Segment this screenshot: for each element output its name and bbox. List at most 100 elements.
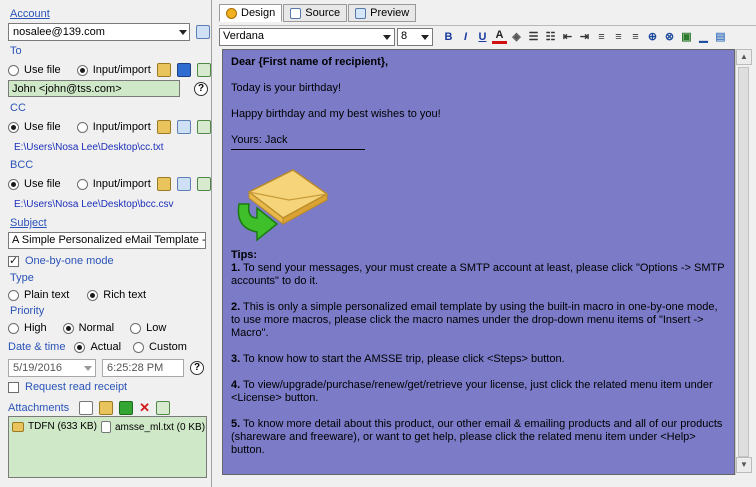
align-center-icon[interactable]: ≡ <box>611 29 626 45</box>
preview-icon <box>355 7 367 19</box>
font-size-value: 8 <box>401 29 408 42</box>
priority-normal-label[interactable]: Normal <box>79 322 114 334</box>
tab-source[interactable]: Source <box>283 4 348 22</box>
font-family-value: Verdana <box>223 29 264 42</box>
greeting-text: Dear {First name of recipient}, <box>231 56 389 68</box>
plain-text-radio[interactable] <box>8 289 19 301</box>
background-icon[interactable]: ▤ <box>713 29 728 45</box>
tab-preview[interactable]: Preview <box>348 4 417 22</box>
request-receipt-label[interactable]: Request read receipt <box>25 381 127 393</box>
italic-button[interactable]: I <box>458 29 473 45</box>
bold-button[interactable]: B <box>441 29 456 45</box>
edit-list-icon[interactable] <box>196 177 211 191</box>
tab-design[interactable]: Design <box>219 4 283 22</box>
help-icon[interactable]: ? <box>190 361 204 375</box>
account-combobox[interactable]: nosalee@139.com <box>8 23 190 41</box>
save-disk-icon[interactable] <box>176 63 191 77</box>
to-use-file-radio[interactable] <box>8 64 19 76</box>
bcc-input-import-label[interactable]: Input/import <box>93 178 151 190</box>
bcc-source-options: Use file Input/import <box>8 176 211 192</box>
edit-list-icon[interactable] <box>156 401 171 415</box>
font-size-select[interactable]: 8 <box>397 27 433 46</box>
to-source-options: Use file Input/import <box>8 62 211 78</box>
horizontal-rule-icon[interactable]: ▁ <box>696 29 711 45</box>
insert-link-icon[interactable]: ⊕ <box>645 29 660 45</box>
list-item[interactable]: TDFN (633 KB) <box>12 421 97 432</box>
datetime-options: Date & time Actual Custom <box>8 339 187 355</box>
cc-input-import-label[interactable]: Input/import <box>93 121 151 133</box>
account-value: nosalee@139.com <box>13 26 105 38</box>
priority-normal-radio[interactable] <box>62 322 74 334</box>
editor-scrollbar[interactable]: ▲ ▼ <box>735 49 752 475</box>
to-use-file-label[interactable]: Use file <box>24 64 61 76</box>
one-by-one-row: One-by-one mode <box>8 253 114 269</box>
tip-text: This is only a simple personalized email… <box>231 301 718 339</box>
list-item[interactable]: amsse_ml.txt (0 KB) <box>101 421 205 433</box>
scroll-down-icon[interactable]: ▼ <box>736 457 752 473</box>
remove-link-icon[interactable]: ⊗ <box>662 29 677 45</box>
datetime-custom-radio[interactable] <box>133 341 145 353</box>
priority-low-label[interactable]: Low <box>146 322 166 334</box>
subject-input[interactable]: A Simple Personalized eMail Template - H… <box>8 232 206 249</box>
bcc-input-import-radio[interactable] <box>76 178 88 190</box>
cc-use-file-label[interactable]: Use file <box>24 121 61 133</box>
align-left-icon[interactable]: ≡ <box>594 29 609 45</box>
play-icon[interactable] <box>119 401 134 415</box>
bcc-file-path: E:\Users\Nosa Lee\Desktop\bcc.csv <box>14 199 174 210</box>
bcc-use-file-label[interactable]: Use file <box>24 178 61 190</box>
open-folder-icon[interactable] <box>99 401 114 415</box>
font-color-button[interactable]: A <box>492 29 507 44</box>
delete-icon[interactable]: ✕ <box>139 400 150 416</box>
rich-text-label[interactable]: Rich text <box>103 289 146 301</box>
open-folder-icon[interactable] <box>156 120 171 134</box>
one-by-one-checkbox[interactable] <box>8 254 19 267</box>
to-input-import-label[interactable]: Input/import <box>93 64 151 76</box>
priority-high-label[interactable]: High <box>24 322 47 334</box>
underline-button[interactable]: U <box>475 29 490 45</box>
numbered-list-icon[interactable]: ☰ <box>526 29 541 45</box>
scroll-thumb[interactable] <box>738 67 749 457</box>
time-picker[interactable]: 6:25:28 PM <box>102 359 184 377</box>
priority-high-radio[interactable] <box>8 322 19 334</box>
compose-settings-panel: Account nosalee@139.com To Use file Inpu… <box>0 0 212 487</box>
to-label: To <box>10 45 22 57</box>
bullet-list-icon[interactable]: ☷ <box>543 29 558 45</box>
tip-text: To know more detail about this product, … <box>231 418 723 456</box>
attachments-list[interactable]: TDFN (633 KB) amsse_ml.txt (0 KB) <box>8 416 207 478</box>
edit-list-icon[interactable] <box>196 63 211 77</box>
datetime-actual-label[interactable]: Actual <box>90 341 121 353</box>
to-recipients-field[interactable]: John <john@tss.com> <box>8 80 180 97</box>
account-settings-icon[interactable] <box>196 25 210 39</box>
datetime-actual-radio[interactable] <box>74 341 86 353</box>
plain-text-label[interactable]: Plain text <box>24 289 69 301</box>
indent-icon[interactable]: ⇥ <box>577 29 592 45</box>
outdent-icon[interactable]: ⇤ <box>560 29 575 45</box>
cc-file-path: E:\Users\Nosa Lee\Desktop\cc.txt <box>14 142 164 153</box>
message-body-editor[interactable]: Dear {First name of recipient}, Today is… <box>222 49 735 475</box>
help-icon[interactable]: ? <box>194 82 208 96</box>
open-folder-icon[interactable] <box>156 177 171 191</box>
scroll-up-icon[interactable]: ▲ <box>736 49 752 65</box>
cc-use-file-radio[interactable] <box>8 121 19 133</box>
view-file-icon[interactable] <box>176 177 191 191</box>
font-family-select[interactable]: Verdana <box>219 27 395 46</box>
datetime-custom-label[interactable]: Custom <box>149 341 187 353</box>
view-file-icon[interactable] <box>176 120 191 134</box>
tab-preview-label: Preview <box>370 7 410 19</box>
open-folder-icon[interactable] <box>156 63 171 77</box>
tip-3: 3. To know how to start the AMSSE trip, … <box>231 353 726 366</box>
to-input-import-radio[interactable] <box>76 64 88 76</box>
request-receipt-checkbox[interactable] <box>8 381 19 393</box>
bcc-use-file-radio[interactable] <box>8 178 19 190</box>
one-by-one-label[interactable]: One-by-one mode <box>25 255 114 267</box>
insert-image-icon[interactable]: ▣ <box>679 29 694 45</box>
new-attachment-icon[interactable] <box>79 401 94 415</box>
align-right-icon[interactable]: ≡ <box>628 29 643 45</box>
date-picker[interactable]: 5/19/2016 <box>8 359 96 377</box>
tip-text: To view/upgrade/purchase/renew/get/retri… <box>231 379 713 404</box>
rich-text-radio[interactable] <box>87 289 99 301</box>
priority-low-radio[interactable] <box>130 322 142 334</box>
cc-input-import-radio[interactable] <box>76 121 88 133</box>
highlight-icon[interactable]: ◈ <box>509 29 524 45</box>
edit-list-icon[interactable] <box>196 120 211 134</box>
